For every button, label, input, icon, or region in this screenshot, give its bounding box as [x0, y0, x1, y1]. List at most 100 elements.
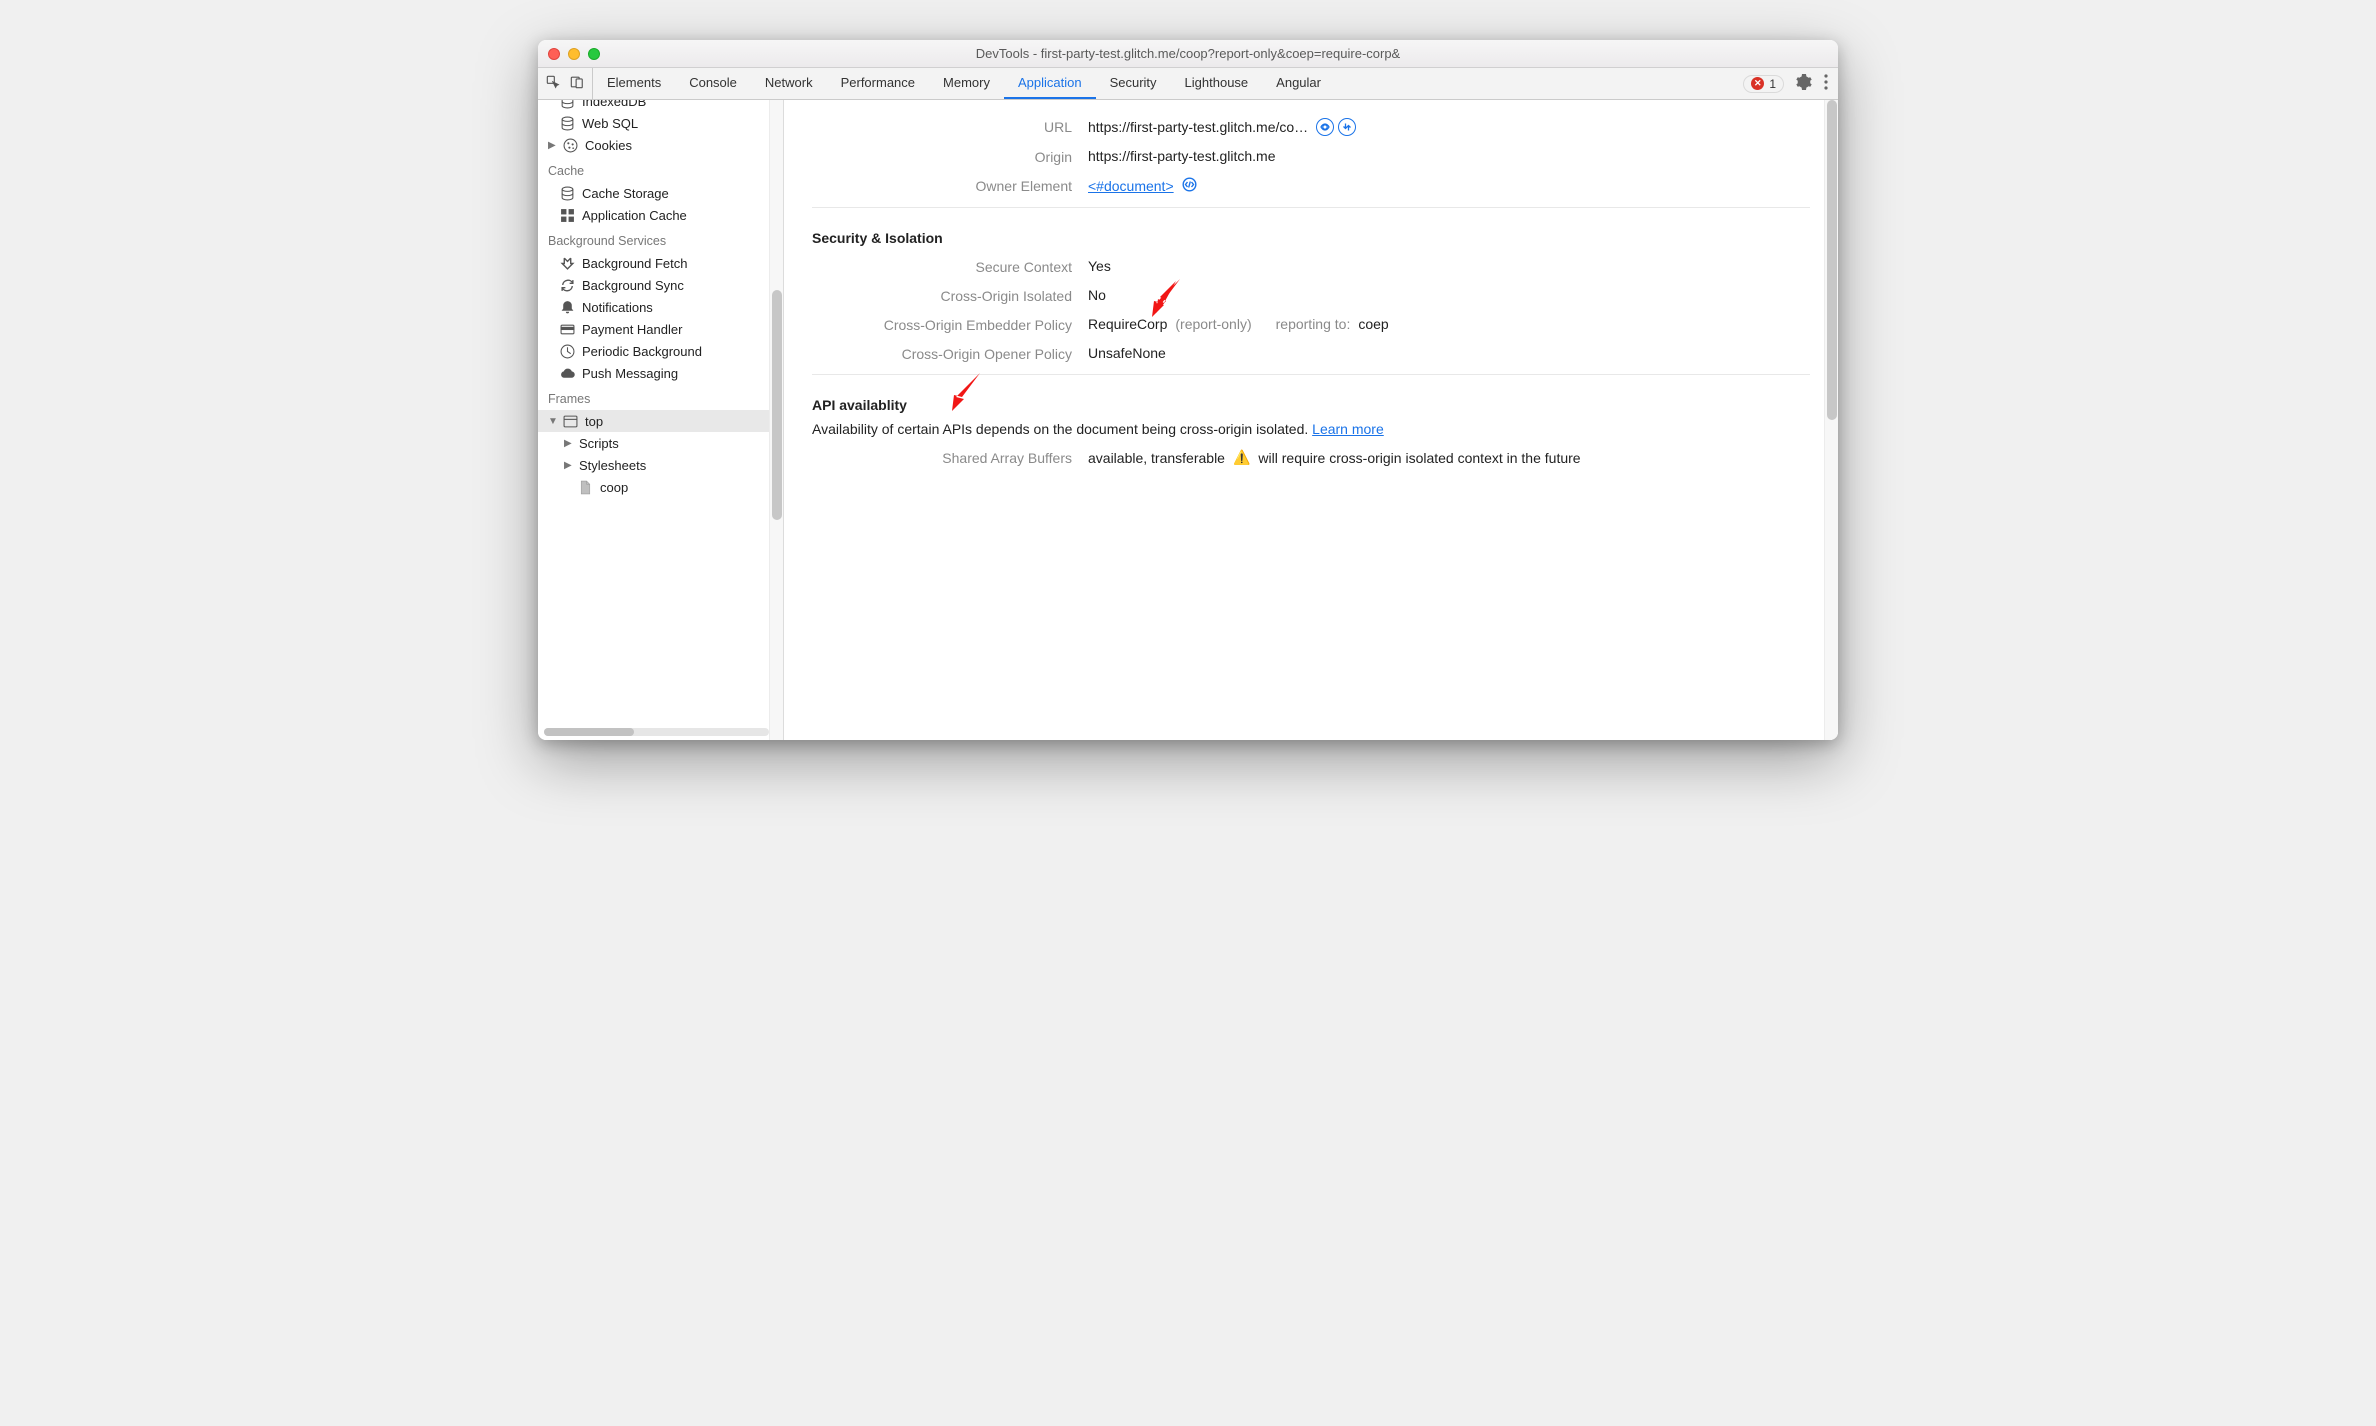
more-menu-icon[interactable]	[1824, 74, 1828, 93]
label-origin: Origin	[812, 148, 1072, 165]
sidebar-item-indexeddb[interactable]: IndexedDB	[538, 100, 783, 112]
value-sab: available, transferable	[1088, 450, 1225, 466]
settings-icon[interactable]	[1796, 74, 1812, 93]
scrollbar-thumb[interactable]	[544, 728, 634, 736]
sidebar-item-label: Application Cache	[582, 208, 687, 223]
tab-performance[interactable]: Performance	[827, 68, 929, 99]
sidebar-group-bg-services: Background Services	[538, 226, 783, 252]
label-sab: Shared Array Buffers	[812, 449, 1072, 466]
label-owner-element: Owner Element	[812, 177, 1072, 194]
sidebar-item-cache-storage[interactable]: Cache Storage	[538, 182, 783, 204]
sidebar-item-label: Background Sync	[582, 278, 684, 293]
sidebar-frame-coop[interactable]: coop	[538, 476, 783, 498]
tab-memory[interactable]: Memory	[929, 68, 1004, 99]
error-count-badge[interactable]: ✕ 1	[1743, 75, 1784, 93]
learn-more-link[interactable]: Learn more	[1312, 421, 1384, 437]
label-url: URL	[812, 118, 1072, 135]
sidebar-item-label: Stylesheets	[579, 458, 646, 473]
section-security-isolation: Security & Isolation	[812, 230, 1810, 246]
sidebar-horizontal-scrollbar[interactable]	[544, 728, 769, 736]
sidebar-item-label: Scripts	[579, 436, 619, 451]
sidebar-item-label: IndexedDB	[582, 100, 646, 109]
sidebar-item-push-messaging[interactable]: Push Messaging	[538, 362, 783, 384]
devtools-window: DevTools - first-party-test.glitch.me/co…	[538, 40, 1838, 740]
sidebar-item-payment-handler[interactable]: Payment Handler	[538, 318, 783, 340]
coep-reporting-to-label: reporting to:	[1276, 316, 1351, 332]
label-secure-context: Secure Context	[812, 258, 1072, 275]
row-origin: Origin https://first-party-test.glitch.m…	[812, 148, 1810, 165]
document-icon	[578, 480, 593, 495]
database-icon	[560, 186, 575, 201]
tab-console[interactable]: Console	[675, 68, 751, 99]
close-window-button[interactable]	[548, 48, 560, 60]
sidebar-item-label: Push Messaging	[582, 366, 678, 381]
sidebar-item-label: coop	[600, 480, 628, 495]
sidebar-item-cookies[interactable]: ▶ Cookies	[538, 134, 783, 156]
error-icon: ✕	[1751, 77, 1764, 90]
sidebar-item-websql[interactable]: Web SQL	[538, 112, 783, 134]
reveal-in-network-icon[interactable]	[1338, 118, 1356, 136]
annotation-arrow-icon	[1142, 275, 1186, 322]
database-icon	[560, 100, 575, 109]
sidebar-item-label: Cookies	[585, 138, 632, 153]
bell-icon	[560, 300, 575, 315]
caret-right-icon: ▶	[564, 460, 572, 471]
tab-angular[interactable]: Angular	[1262, 68, 1335, 99]
sidebar-item-periodic-bg[interactable]: Periodic Background	[538, 340, 783, 362]
window-icon	[563, 414, 578, 429]
sync-icon	[560, 278, 575, 293]
sidebar-item-label: Web SQL	[582, 116, 638, 131]
grid-icon	[560, 208, 575, 223]
tab-network[interactable]: Network	[751, 68, 827, 99]
sidebar-item-application-cache[interactable]: Application Cache	[538, 204, 783, 226]
main-vertical-scrollbar[interactable]	[1824, 100, 1838, 740]
traffic-lights	[548, 48, 600, 60]
tab-security[interactable]: Security	[1096, 68, 1171, 99]
warning-icon: ⚠️	[1233, 449, 1250, 466]
scrollbar-thumb[interactable]	[1827, 100, 1837, 420]
tab-lighthouse[interactable]: Lighthouse	[1171, 68, 1263, 99]
sidebar-item-bg-fetch[interactable]: Background Fetch	[538, 252, 783, 274]
sab-warning-text: will require cross-origin isolated conte…	[1258, 450, 1580, 466]
device-toolbar-icon[interactable]	[570, 75, 584, 92]
tab-elements[interactable]: Elements	[593, 68, 675, 99]
reveal-in-sources-icon[interactable]	[1316, 118, 1334, 136]
code-icon[interactable]	[1182, 177, 1197, 195]
row-url: URL https://first-party-test.glitch.me/c…	[812, 118, 1810, 136]
owner-element-link[interactable]: <#document>	[1088, 178, 1174, 194]
sidebar-frame-scripts[interactable]: ▶ Scripts	[538, 432, 783, 454]
value-origin: https://first-party-test.glitch.me	[1088, 148, 1276, 164]
sidebar-frame-stylesheets[interactable]: ▶ Stylesheets	[538, 454, 783, 476]
row-owner-element: Owner Element <#document>	[812, 177, 1810, 195]
api-availability-description: Availability of certain APIs depends on …	[812, 421, 1810, 437]
row-shared-array-buffers: Shared Array Buffers available, transfer…	[812, 449, 1810, 466]
sidebar-item-notifications[interactable]: Notifications	[538, 296, 783, 318]
sidebar-group-frames: Frames	[538, 384, 783, 410]
caret-right-icon: ▶	[564, 438, 572, 449]
inspect-element-icon[interactable]	[546, 75, 560, 92]
minimize-window-button[interactable]	[568, 48, 580, 60]
row-coop: Cross-Origin Opener Policy UnsafeNone	[812, 345, 1810, 362]
maximize-window-button[interactable]	[588, 48, 600, 60]
value-secure-context: Yes	[1088, 258, 1111, 274]
sidebar-item-label: Periodic Background	[582, 344, 702, 359]
coep-reporting-to-value: coep	[1358, 316, 1388, 332]
application-sidebar: IndexedDB Web SQL ▶ Cookies Cache	[538, 100, 784, 740]
caret-down-icon: ▼	[548, 416, 556, 427]
card-icon	[560, 322, 575, 337]
sidebar-vertical-scrollbar[interactable]	[769, 100, 783, 740]
row-cross-origin-isolated: Cross-Origin Isolated No	[812, 287, 1810, 304]
sidebar-frame-top[interactable]: ▼ top	[538, 410, 783, 432]
devtools-toolbar: Elements Console Network Performance Mem…	[538, 68, 1838, 100]
cloud-icon	[560, 366, 575, 381]
scrollbar-thumb[interactable]	[772, 290, 782, 520]
value-coi: No	[1088, 287, 1106, 303]
sidebar-item-bg-sync[interactable]: Background Sync	[538, 274, 783, 296]
tab-application[interactable]: Application	[1004, 68, 1096, 99]
sidebar-group-cache: Cache	[538, 156, 783, 182]
titlebar: DevTools - first-party-test.glitch.me/co…	[538, 40, 1838, 68]
coep-qualifier: (report-only)	[1175, 316, 1251, 332]
window-title: DevTools - first-party-test.glitch.me/co…	[548, 46, 1828, 61]
fetch-icon	[560, 256, 575, 271]
sidebar-item-label: Notifications	[582, 300, 653, 315]
